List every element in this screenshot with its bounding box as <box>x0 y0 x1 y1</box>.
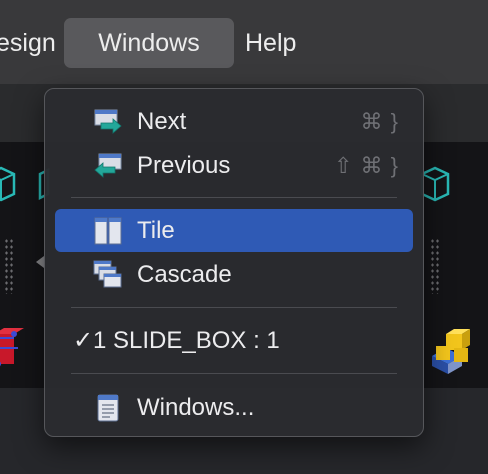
next-window-icon <box>94 109 122 134</box>
tile-windows-icon <box>94 217 122 245</box>
yellow-boxes-icon[interactable] <box>428 326 478 374</box>
menu-item-label: Previous <box>137 152 231 179</box>
menu-item-label: Next <box>137 108 187 135</box>
cube-icon[interactable] <box>420 164 450 204</box>
checkmark-icon: ✓ <box>73 327 94 354</box>
toolbar-grip[interactable] <box>430 238 440 294</box>
menu-item-cascade[interactable]: Cascade <box>55 253 413 296</box>
menu-item-label: 1 SLIDE_BOX : 1 <box>93 327 280 354</box>
menu-design[interactable]: esign <box>0 18 56 68</box>
menu-item-label: Cascade <box>137 261 232 288</box>
previous-window-icon <box>94 153 122 178</box>
windows-dropdown-menu: Next ⌘ } Previous ⇧ ⌘ } Tile Cascade ✓ 1… <box>44 88 424 437</box>
menu-help[interactable]: Help <box>245 18 296 68</box>
toolbar-grip[interactable] <box>4 238 14 294</box>
keyboard-shortcut: ⌘ } <box>360 109 399 134</box>
cascade-windows-icon <box>93 260 122 288</box>
cube-icon[interactable] <box>0 164 16 204</box>
menu-item-next[interactable]: Next ⌘ } <box>55 100 413 143</box>
menu-item-tile[interactable]: Tile <box>55 209 413 252</box>
red-solid-box-icon[interactable] <box>0 328 24 372</box>
menu-item-previous[interactable]: Previous ⇧ ⌘ } <box>55 144 413 187</box>
keyboard-shortcut: ⇧ ⌘ } <box>333 153 399 178</box>
menu-separator <box>71 373 397 374</box>
menu-item-label: Tile <box>137 217 175 244</box>
menu-windows[interactable]: Windows <box>64 18 234 68</box>
menu-separator <box>71 197 397 198</box>
menubar: esign Windows Help <box>0 0 488 84</box>
windows-list-icon <box>97 394 119 422</box>
menu-item-label: Windows... <box>137 394 255 421</box>
menu-separator <box>71 307 397 308</box>
menu-item-window-slide-box[interactable]: ✓ 1 SLIDE_BOX : 1 <box>55 319 413 362</box>
menu-item-windows-list[interactable]: Windows... <box>55 386 413 429</box>
